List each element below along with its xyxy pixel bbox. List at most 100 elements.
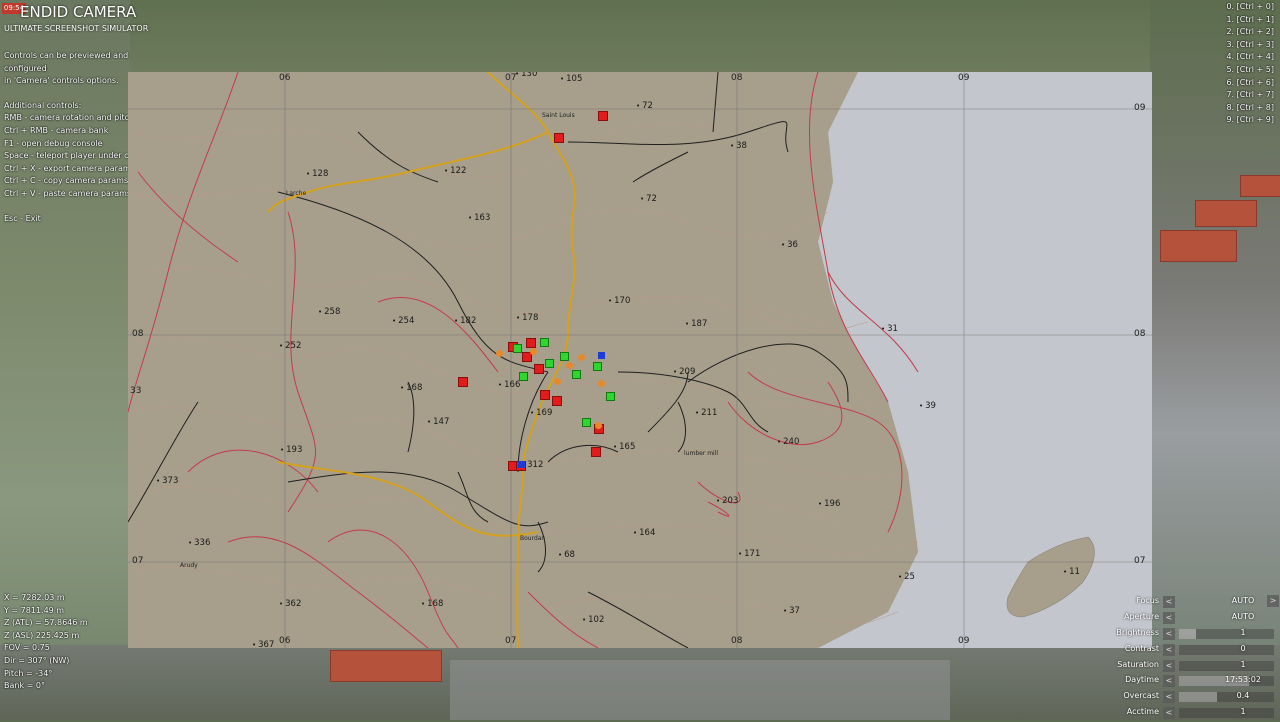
enemy-marker[interactable] <box>458 377 468 387</box>
friendly-marker[interactable] <box>593 362 602 371</box>
setting-label: Focus <box>1136 596 1159 605</box>
friendly-marker[interactable] <box>572 370 581 379</box>
decrease-arrow-icon[interactable]: < <box>1163 596 1175 608</box>
decrease-arrow-icon[interactable]: < <box>1163 611 1175 624</box>
scene-roof <box>1160 230 1237 262</box>
enemy-marker[interactable] <box>552 396 562 406</box>
elevation-label: 166 <box>498 380 520 390</box>
setting-value: 0 <box>1240 643 1246 653</box>
camera-coordinates: X = 7282.03 m Y = 7811.49 m Z (ATL) = 57… <box>4 592 88 693</box>
camera-slot[interactable]: 0. [Ctrl + 0] <box>1226 1 1274 14</box>
elevation-label: 178 <box>516 313 538 323</box>
camera-slot[interactable]: 9. [Ctrl + 9] <box>1226 114 1274 127</box>
neutral-marker[interactable] <box>496 350 503 357</box>
camera-slot[interactable]: 8. [Ctrl + 8] <box>1226 102 1274 115</box>
elevation-label: 102 <box>582 615 604 625</box>
elevation-label: 163 <box>468 213 490 223</box>
elevation-label: 209 <box>673 367 695 377</box>
neutral-marker[interactable] <box>595 422 602 429</box>
elevation-label: 130 <box>515 72 537 79</box>
enemy-marker[interactable] <box>540 390 550 400</box>
grid-label-bottom: 07 <box>505 636 517 646</box>
grid-label-bottom: 08 <box>731 636 743 646</box>
map-terrain <box>128 72 1152 648</box>
setting-overcast: Overcast < 0.4 <box>1042 690 1274 706</box>
setting-value: AUTO <box>1231 596 1255 605</box>
grid-label-left: 33 <box>130 386 142 396</box>
elevation-label: 373 <box>156 476 178 486</box>
grid-label-bottom: 09 <box>958 636 970 646</box>
friendly-marker[interactable] <box>582 418 591 427</box>
setting-label: Brightness <box>1116 627 1159 637</box>
camera-subtitle: ULTIMATE SCREENSHOT SIMULATOR <box>4 24 149 33</box>
elevation-label: 336 <box>188 538 210 548</box>
decrease-arrow-icon[interactable]: < <box>1163 643 1175 656</box>
town-label: Larche <box>286 190 307 197</box>
fov-readout: FOV = 0.75 <box>4 643 50 653</box>
tactical-map[interactable]: 06 07 08 09 06 07 08 09 09 08 07 08 33 0… <box>128 72 1152 648</box>
elevation-label: 170 <box>608 296 630 306</box>
friendly-marker[interactable] <box>519 372 528 381</box>
neutral-marker[interactable] <box>554 378 561 385</box>
scene-forest-top <box>0 0 1280 80</box>
elevation-label: 168 <box>400 383 422 393</box>
direction-readout: Dir = 307° (NW) <box>4 655 70 665</box>
decrease-arrow-icon[interactable]: < <box>1163 675 1175 688</box>
elevation-label: 147 <box>427 417 449 427</box>
setting-aperture: Aperture < AUTO <box>1042 611 1254 627</box>
elevation-label: 187 <box>685 319 707 329</box>
camera-settings-panel: Focus < AUTO Aperture < AUTO Brightness … <box>1042 595 1274 722</box>
enemy-marker[interactable] <box>554 133 564 143</box>
neutral-marker[interactable] <box>566 362 573 369</box>
friendly-marker[interactable] <box>540 338 549 347</box>
scene-roof <box>1240 175 1280 197</box>
camera-slot[interactable]: 7. [Ctrl + 7] <box>1226 89 1274 102</box>
pitch-readout: Pitch = -34° <box>4 668 53 678</box>
grid-label-top: 09 <box>958 73 970 83</box>
elevation-label: 362 <box>279 599 301 609</box>
camera-slot[interactable]: 3. [Ctrl + 3] <box>1226 39 1274 52</box>
coord-y: Y = 7811.49 m <box>4 605 65 615</box>
player-marker[interactable] <box>598 352 605 359</box>
neutral-marker[interactable] <box>578 354 585 361</box>
setting-value: 17:53:02 <box>1225 675 1261 685</box>
decrease-arrow-icon[interactable]: < <box>1163 659 1175 672</box>
increase-arrow-icon[interactable]: > <box>1267 595 1279 607</box>
elevation-label: 122 <box>444 166 466 176</box>
neutral-marker[interactable] <box>598 380 605 387</box>
grid-label-top: 06 <box>279 73 291 83</box>
camera-slot[interactable]: 1. [Ctrl + 1] <box>1226 14 1274 27</box>
elevation-label: 165 <box>613 442 635 452</box>
coord-z-asl: Z (ASL) 225.425 m <box>4 630 80 640</box>
elevation-label: 182 <box>454 316 476 326</box>
camera-slot[interactable]: 2. [Ctrl + 2] <box>1226 26 1274 39</box>
decrease-arrow-icon[interactable]: < <box>1163 707 1175 720</box>
decrease-arrow-icon[interactable]: < <box>1163 627 1175 640</box>
enemy-marker[interactable] <box>526 338 536 348</box>
friendly-marker[interactable] <box>513 344 522 353</box>
neutral-marker[interactable] <box>530 348 537 355</box>
town-label: Bourdan <box>520 535 546 542</box>
elevation-label: 72 <box>636 101 653 111</box>
enemy-marker[interactable] <box>534 364 544 374</box>
friendly-marker[interactable] <box>606 392 615 401</box>
bank-readout: Bank = 0° <box>4 681 45 691</box>
player-marker[interactable] <box>518 461 525 468</box>
friendly-marker[interactable] <box>560 352 569 361</box>
decrease-arrow-icon[interactable]: < <box>1163 691 1175 704</box>
friendly-marker[interactable] <box>545 359 554 368</box>
setting-label: Aperture <box>1123 611 1159 621</box>
elevation-label: 38 <box>730 141 747 151</box>
camera-slot[interactable]: 6. [Ctrl + 6] <box>1226 77 1274 90</box>
camera-slot[interactable]: 4. [Ctrl + 4] <box>1226 51 1274 64</box>
grid-label-right: 08 <box>1134 329 1146 339</box>
camera-slot[interactable]: 5. [Ctrl + 5] <box>1226 64 1274 77</box>
elevation-label: 254 <box>392 316 414 326</box>
setting-value: 0.4 <box>1236 691 1250 701</box>
enemy-marker[interactable] <box>591 447 601 457</box>
setting-label: Acctime <box>1126 707 1159 717</box>
elevation-label: 37 <box>783 606 800 616</box>
enemy-marker[interactable] <box>598 111 608 121</box>
elevation-label: 211 <box>695 408 717 418</box>
camera-slot-list: 0. [Ctrl + 0] 1. [Ctrl + 1] 2. [Ctrl + 2… <box>1226 1 1274 127</box>
